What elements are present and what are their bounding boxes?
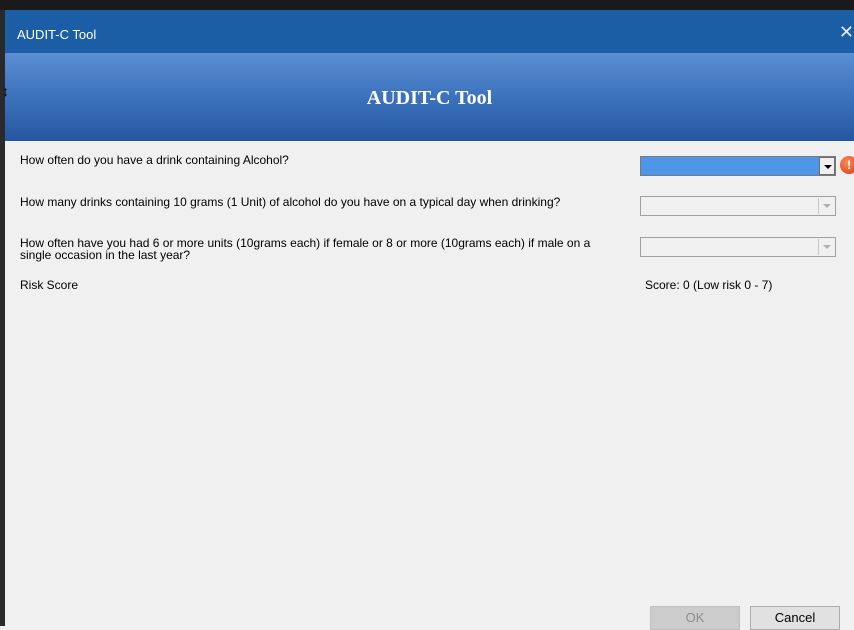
question-1-dropdown[interactable] xyxy=(640,156,836,176)
question-3-dropdown[interactable] xyxy=(640,237,836,257)
chevron-down-icon[interactable] xyxy=(818,198,834,214)
question-1-label: How often do you have a drink containing… xyxy=(20,153,289,167)
question-3-label: How often have you had 6 or more units (… xyxy=(20,236,591,262)
header-banner: ↕ AUDIT-C Tool xyxy=(2,53,854,141)
window-title: AUDIT-C Tool xyxy=(17,27,97,42)
chevron-down-icon[interactable] xyxy=(819,157,835,175)
risk-score-label: Risk Score xyxy=(20,278,79,292)
question-2-dropdown[interactable] xyxy=(640,196,836,216)
banner-title: AUDIT-C Tool xyxy=(366,87,493,109)
top-strip xyxy=(0,0,854,10)
risk-score-value: Score: 0 (Low risk 0 - 7) xyxy=(645,278,773,292)
title-bar[interactable]: AUDIT-C Tool ✕ xyxy=(5,10,854,53)
close-icon[interactable]: ✕ xyxy=(839,22,854,43)
question-2-label: How many drinks containing 10 grams (1 U… xyxy=(20,195,561,209)
cancel-button[interactable]: Cancel xyxy=(750,606,840,630)
ok-button[interactable]: OK xyxy=(650,606,740,630)
chevron-down-icon[interactable] xyxy=(818,239,834,255)
error-icon: ! xyxy=(840,156,854,174)
